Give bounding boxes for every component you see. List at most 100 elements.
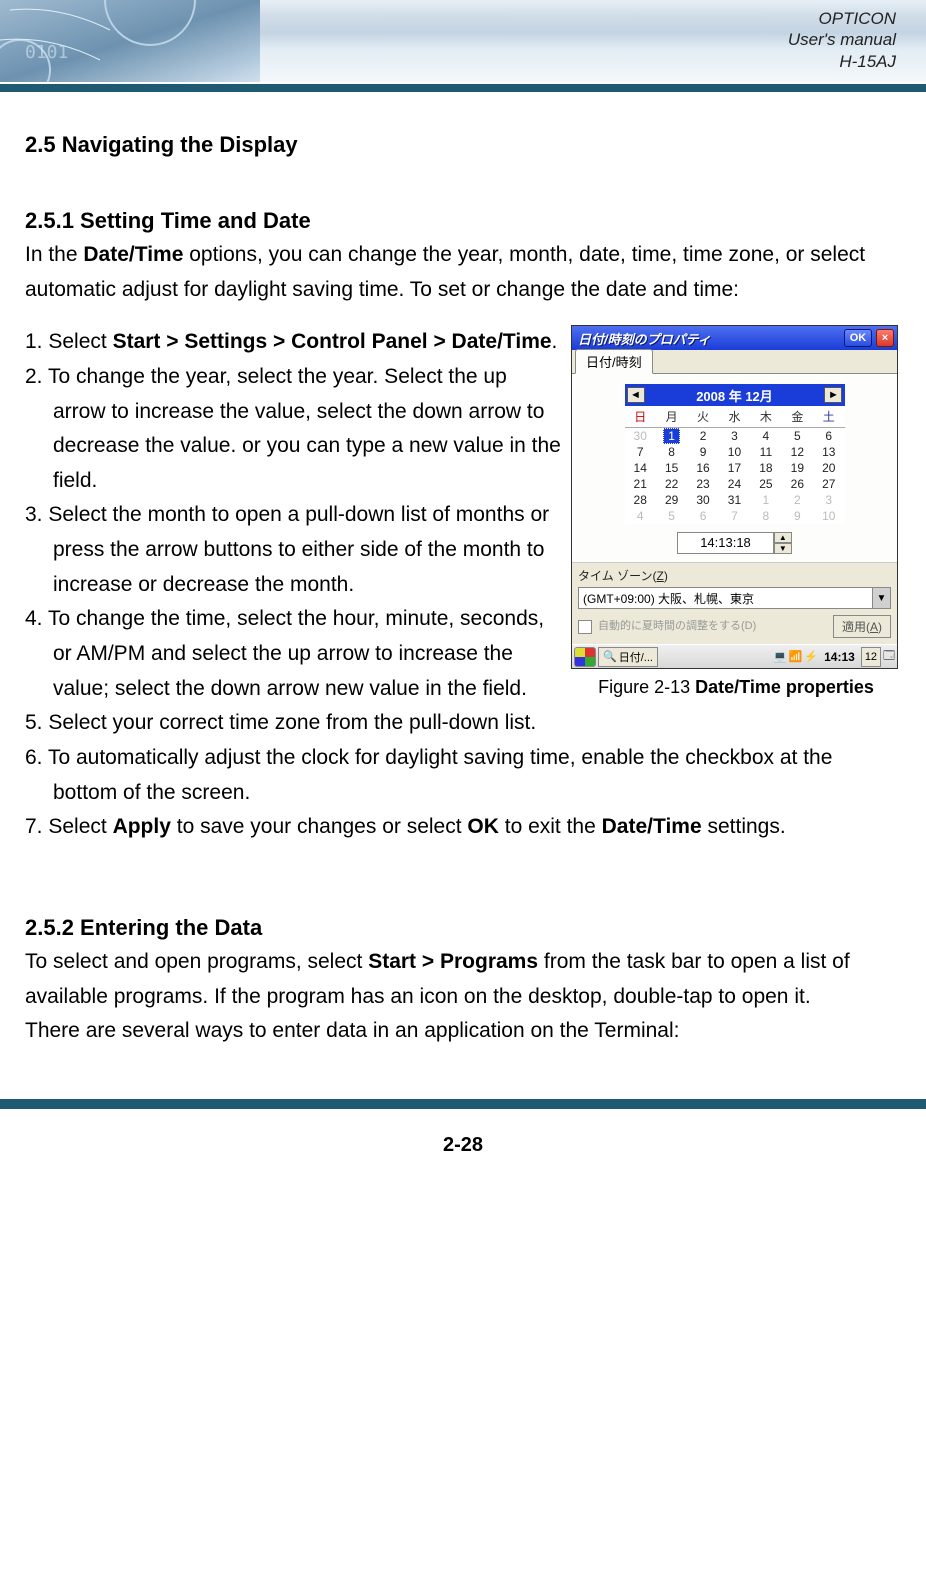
cal-day[interactable]: 3: [719, 428, 750, 445]
start-button-icon[interactable]: [574, 647, 596, 667]
cal-day[interactable]: 6: [813, 428, 844, 445]
cal-day-selected[interactable]: 1: [656, 428, 687, 445]
cal-day[interactable]: 7: [719, 508, 750, 524]
network-icon[interactable]: 💻: [773, 650, 787, 663]
dow-tue: 火: [687, 406, 718, 428]
cal-day[interactable]: 4: [750, 428, 781, 445]
time-down-button[interactable]: ▼: [774, 543, 792, 554]
cal-day[interactable]: 10: [719, 444, 750, 460]
next-month-button[interactable]: ►: [824, 387, 842, 403]
figure-column: 日付/時刻のプロパティ OK × 日付/時刻 ◄ 2008 年 12月 ►: [571, 325, 901, 706]
cal-day[interactable]: 30: [625, 428, 656, 445]
dow-thu: 木: [750, 406, 781, 428]
cal-day[interactable]: 5: [656, 508, 687, 524]
cal-day[interactable]: 24: [719, 476, 750, 492]
intro-paragraph: In the Date/Time options, you can change…: [25, 238, 901, 307]
cal-day[interactable]: 14: [625, 460, 656, 476]
desktop-icon[interactable]: 🗔: [883, 647, 895, 666]
cal-day[interactable]: 21: [625, 476, 656, 492]
dst-checkbox[interactable]: [578, 620, 592, 634]
close-button[interactable]: ×: [876, 329, 894, 347]
cal-day[interactable]: 9: [687, 444, 718, 460]
search-icon: 🔍: [603, 650, 617, 663]
cal-day[interactable]: 15: [656, 460, 687, 476]
cal-day[interactable]: 31: [719, 492, 750, 508]
cal-day[interactable]: 6: [687, 508, 718, 524]
tab-strip: 日付/時刻: [572, 350, 897, 374]
ok-button[interactable]: OK: [844, 329, 872, 347]
apply-button[interactable]: 適用(A): [833, 615, 891, 638]
cal-day[interactable]: 12: [782, 444, 813, 460]
taskbar: 🔍 日付/... 💻 📶 ⚡ 14:13 12 🗔: [572, 644, 897, 668]
cal-day[interactable]: 27: [813, 476, 844, 492]
section-heading-2-5-2: 2.5.2 Entering the Data: [25, 915, 901, 941]
prev-month-button[interactable]: ◄: [627, 387, 645, 403]
cal-day[interactable]: 23: [687, 476, 718, 492]
tab-date-time[interactable]: 日付/時刻: [575, 349, 653, 374]
header-brand: OPTICON: [788, 8, 896, 29]
page-content: 2.5 Navigating the Display 2.5.1 Setting…: [0, 92, 926, 1069]
cal-day[interactable]: 26: [782, 476, 813, 492]
cal-day[interactable]: 16: [687, 460, 718, 476]
cal-day[interactable]: 20: [813, 460, 844, 476]
cal-day[interactable]: 3: [813, 492, 844, 508]
timezone-value: (GMT+09:00) 大阪、札幌、東京: [579, 590, 872, 607]
time-up-button[interactable]: ▲: [774, 532, 792, 543]
header-decorative-graphic: 0101: [0, 0, 260, 82]
dow-fri: 金: [782, 406, 813, 428]
step-2: 2. To change the year, select the year. …: [25, 360, 561, 499]
svg-text:0101: 0101: [25, 42, 68, 63]
cal-day[interactable]: 5: [782, 428, 813, 445]
header-model: H-15AJ: [788, 51, 896, 72]
cal-day[interactable]: 18: [750, 460, 781, 476]
header-divider-bar: [0, 82, 926, 92]
timezone-select[interactable]: (GMT+09:00) 大阪、札幌、東京 ▼: [578, 587, 891, 609]
sub2-paragraph-2: There are several ways to enter data in …: [25, 1014, 901, 1049]
cal-day[interactable]: 10: [813, 508, 844, 524]
cal-day[interactable]: 29: [656, 492, 687, 508]
dow-mon: 月: [656, 406, 687, 428]
cal-day[interactable]: 1: [750, 492, 781, 508]
cal-day[interactable]: 19: [782, 460, 813, 476]
cal-day[interactable]: 8: [750, 508, 781, 524]
cal-day[interactable]: 25: [750, 476, 781, 492]
cal-day[interactable]: 11: [750, 444, 781, 460]
taskbar-app-button[interactable]: 🔍 日付/...: [598, 647, 658, 667]
signal-icon[interactable]: 📶: [789, 650, 803, 663]
cal-day[interactable]: 2: [782, 492, 813, 508]
step-7: 7. Select Apply to save your changes or …: [25, 810, 901, 845]
dow-sun: 日: [625, 406, 656, 428]
step-6: 6. To automatically adjust the clock for…: [25, 741, 901, 810]
section-heading-2-5: 2.5 Navigating the Display: [25, 132, 901, 158]
cal-day[interactable]: 9: [782, 508, 813, 524]
month-year-label[interactable]: 2008 年 12月: [696, 386, 773, 405]
dow-sat: 土: [813, 406, 844, 428]
dow-wed: 水: [719, 406, 750, 428]
section-heading-2-5-1: 2.5.1 Setting Time and Date: [25, 208, 901, 234]
date-time-properties-window: 日付/時刻のプロパティ OK × 日付/時刻 ◄ 2008 年 12月 ►: [571, 325, 898, 669]
timezone-label: タイム ゾーン(Z): [578, 567, 891, 584]
step-1: 1. Select Start > Settings > Control Pan…: [25, 325, 561, 360]
cal-day[interactable]: 2: [687, 428, 718, 445]
cal-day[interactable]: 13: [813, 444, 844, 460]
power-icon[interactable]: ⚡: [804, 650, 818, 663]
figure-caption: Figure 2-13 Date/Time properties: [571, 677, 901, 698]
cal-day[interactable]: 28: [625, 492, 656, 508]
cal-day[interactable]: 30: [687, 492, 718, 508]
cal-day[interactable]: 7: [625, 444, 656, 460]
cal-day[interactable]: 22: [656, 476, 687, 492]
time-spinner: ▲ ▼: [774, 532, 792, 554]
cal-day[interactable]: 4: [625, 508, 656, 524]
taskbar-clock[interactable]: 14:13: [820, 650, 859, 664]
dst-row: 自動的に夏時間の調整をする(D) 適用(A): [578, 615, 891, 638]
timezone-section: タイム ゾーン(Z) (GMT+09:00) 大阪、札幌、東京 ▼ 自動的に夏時…: [572, 562, 897, 644]
step-3: 3. Select the month to open a pull-down …: [25, 498, 561, 602]
date-time-panel: ◄ 2008 年 12月 ► 日 月 火 水 木 金 土: [572, 374, 897, 562]
page-header: 0101 OPTICON User's manual H-15AJ: [0, 0, 926, 82]
cal-day[interactable]: 8: [656, 444, 687, 460]
taskbar-tray-num[interactable]: 12: [861, 647, 881, 667]
header-doc-type: User's manual: [788, 29, 896, 50]
cal-day[interactable]: 17: [719, 460, 750, 476]
time-input[interactable]: 14:13:18: [677, 532, 774, 554]
instruction-list-continued: 5. Select your correct time zone from th…: [25, 706, 901, 845]
